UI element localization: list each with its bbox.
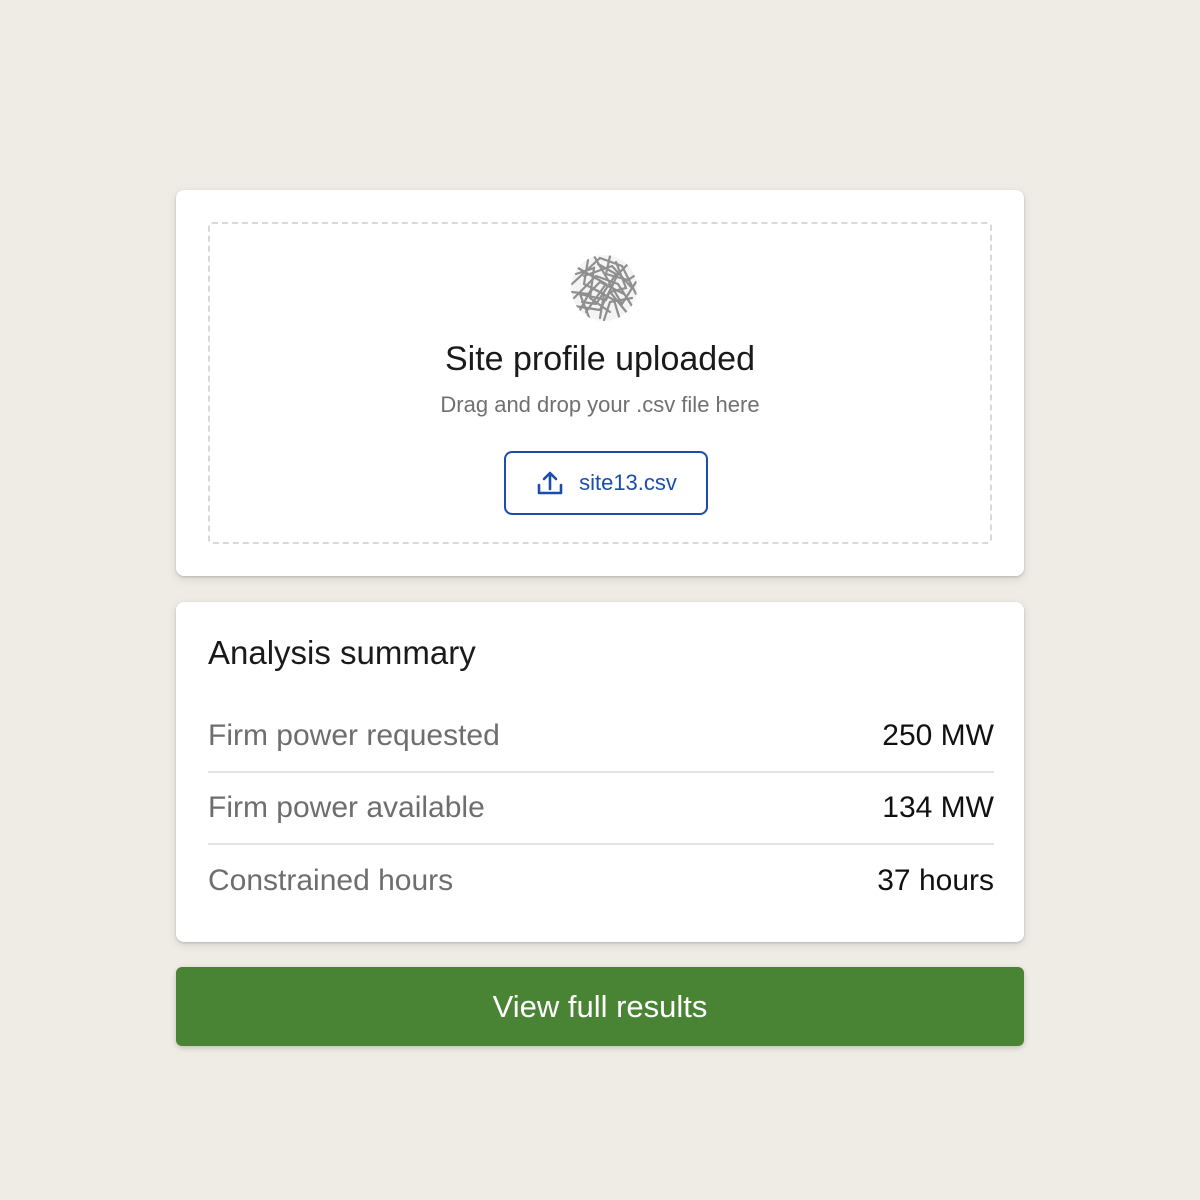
analysis-summary-card: Analysis summary Firm power requested 25… (176, 602, 1024, 942)
summary-row-firm-power-requested: Firm power requested 250 MW (208, 701, 994, 773)
file-upload-button[interactable]: site13.csv (504, 451, 708, 515)
summary-row-value: 134 MW (882, 791, 994, 824)
summary-list: Firm power requested 250 MW Firm power a… (208, 701, 994, 917)
summary-row-label: Firm power available (208, 791, 485, 824)
file-name-label: site13.csv (579, 470, 677, 495)
file-dropzone[interactable]: Site profile uploaded Drag and drop your… (208, 222, 992, 544)
summary-row-value: 37 hours (877, 864, 994, 897)
profile-mesh-icon (571, 255, 637, 321)
summary-row-firm-power-available: Firm power available 134 MW (208, 773, 994, 845)
view-full-results-button[interactable]: View full results (176, 967, 1024, 1046)
upload-title: Site profile uploaded (444, 340, 755, 378)
summary-row-constrained-hours: Constrained hours 37 hours (208, 845, 994, 917)
summary-row-value: 250 MW (882, 719, 994, 752)
upload-instructions: Drag and drop your .csv file here (440, 392, 760, 417)
upload-icon (537, 471, 563, 495)
upload-card: Site profile uploaded Drag and drop your… (176, 190, 1024, 576)
summary-row-label: Constrained hours (208, 864, 454, 897)
summary-title: Analysis summary (208, 634, 476, 671)
summary-row-label: Firm power requested (208, 719, 500, 752)
